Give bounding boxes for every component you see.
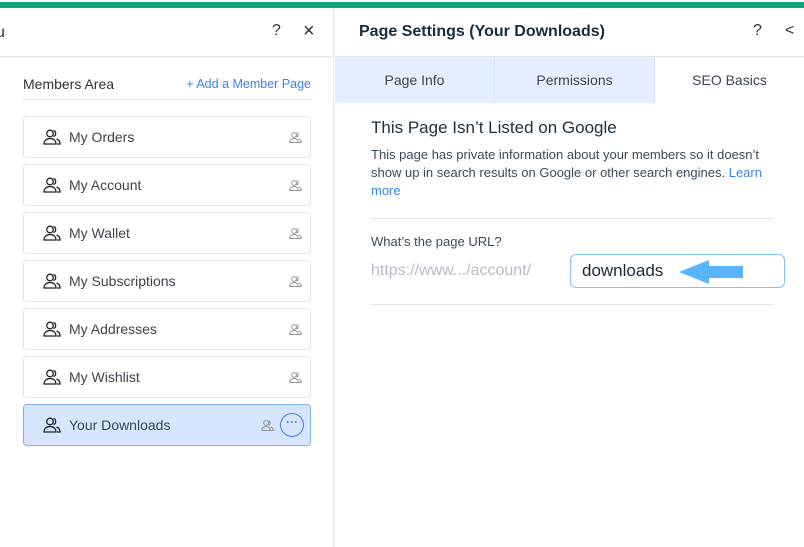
seo-basics-content: This Page Isn’t Listed on Google This pa… <box>371 118 785 305</box>
seo-description: This page has private information about … <box>371 146 773 200</box>
members-icon <box>43 368 61 386</box>
members-only-icon <box>289 323 302 336</box>
more-actions-button[interactable]: ··· <box>280 413 304 437</box>
url-slug-value: downloads <box>582 261 664 280</box>
close-icon[interactable]: × <box>303 20 315 43</box>
page-settings-title: Page Settings (Your Downloads) <box>359 23 605 40</box>
member-page-label: My Wishlist <box>69 369 140 385</box>
members-only-icon <box>289 371 302 384</box>
member-page-item[interactable]: Your Downloads ··· <box>23 404 311 446</box>
member-page-label: My Orders <box>69 129 135 145</box>
divider <box>371 304 773 305</box>
url-prefix: https://www.../account/ <box>371 262 532 279</box>
page-settings-panel: Page Settings (Your Downloads) ? < Page … <box>335 8 804 547</box>
members-only-icon <box>289 275 302 288</box>
arrow-left-icon <box>679 260 743 284</box>
seo-heading: This Page Isn’t Listed on Google <box>371 118 617 137</box>
member-page-item[interactable]: My Wishlist <box>23 356 311 398</box>
member-page-label: My Subscriptions <box>69 273 176 289</box>
url-slug-input[interactable]: downloads <box>570 254 785 288</box>
members-icon <box>43 176 61 194</box>
member-page-item[interactable]: My Account <box>23 164 311 206</box>
panel-title-clipped: u <box>0 24 5 41</box>
members-only-icon <box>289 131 302 144</box>
members-area-section: Members Area + Add a Member Page <box>23 74 311 100</box>
tab-permissions[interactable]: Permissions <box>495 57 655 103</box>
members-icon <box>43 128 61 146</box>
seo-description-text: This page has private information about … <box>371 147 760 180</box>
back-icon[interactable]: < <box>785 22 794 40</box>
help-icon[interactable]: ? <box>272 22 281 40</box>
members-icon <box>43 224 61 242</box>
members-icon <box>43 416 61 434</box>
member-page-item[interactable]: My Wallet <box>23 212 311 254</box>
member-page-item[interactable]: My Subscriptions <box>23 260 311 302</box>
add-member-page-link[interactable]: + Add a Member Page <box>186 77 311 91</box>
settings-tabs: Page Info Permissions SEO Basics <box>335 57 804 103</box>
members-icon <box>43 320 61 338</box>
members-only-icon <box>289 179 302 192</box>
members-only-icon <box>289 227 302 240</box>
member-page-label: My Account <box>69 177 142 193</box>
member-page-label: Your Downloads <box>69 417 171 433</box>
divider <box>371 218 773 219</box>
members-pages-panel: u ? × Members Area + Add a Member Page M… <box>0 8 334 547</box>
left-panel-header: u ? × <box>0 8 333 57</box>
member-page-label: My Addresses <box>69 321 157 337</box>
section-title: Members Area <box>23 76 115 92</box>
tab-page-info[interactable]: Page Info <box>335 57 495 103</box>
help-icon[interactable]: ? <box>753 22 762 40</box>
member-page-label: My Wallet <box>69 225 130 241</box>
member-page-item[interactable]: My Addresses <box>23 308 311 350</box>
members-icon <box>43 272 61 290</box>
members-only-icon <box>261 419 274 432</box>
right-panel-header: Page Settings (Your Downloads) ? < <box>335 8 804 57</box>
url-label: What’s the page URL? <box>371 234 502 249</box>
member-page-item[interactable]: My Orders <box>23 116 311 158</box>
tab-seo-basics[interactable]: SEO Basics <box>655 57 804 103</box>
